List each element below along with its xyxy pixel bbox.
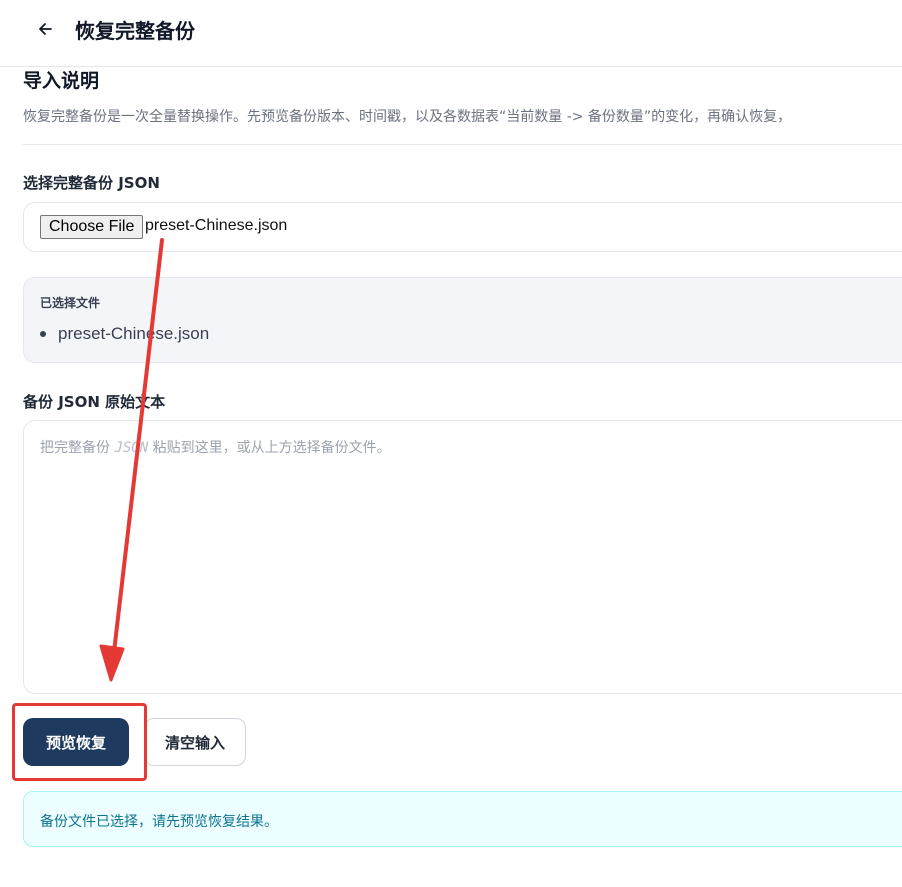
selected-file-name: preset-Chinese.json [58,324,210,343]
placeholder-code: JSON [114,440,149,456]
placeholder-text: 把完整备份 [40,440,115,456]
raw-json-textarea[interactable]: 把完整备份 JSON 粘贴到这里，或从上方选择备份文件。 [23,420,902,694]
divider [23,144,902,145]
placeholder-text: 粘贴到这里，或从上方选择备份文件。 [148,440,391,456]
status-alert: 备份文件已选择，请先预览恢复结果。 [23,791,902,847]
intro-description: 恢复完整备份是一次全量替换操作。先预览备份版本、时间戳，以及各数据表“当前数量 … [23,109,792,125]
file-picker-label: 选择完整备份 JSON [23,174,160,192]
raw-json-label: 备份 JSON 原始文本 [23,393,166,411]
file-picker: Choose File preset-Chinese.json [23,202,902,252]
back-button[interactable] [32,16,58,42]
preview-restore-button[interactable]: 预览恢复 [23,718,129,766]
arrow-left-icon [39,23,52,35]
intro-title: 导入说明 [23,70,100,92]
selected-files-panel: 已选择文件 preset-Chinese.json [23,277,902,363]
selected-files-title: 已选择文件 [40,296,101,310]
status-message: 备份文件已选择，请先预览恢复结果。 [40,814,278,830]
choose-file-button[interactable]: Choose File [40,215,144,239]
bullet-icon [40,331,46,337]
page-title: 恢复完整备份 [75,19,195,43]
page-header: 恢复完整备份 [0,0,902,67]
clear-input-button[interactable]: 清空输入 [144,718,246,766]
raw-json-placeholder: 把完整备份 JSON 粘贴到这里，或从上方选择备份文件。 [40,437,391,457]
chosen-file-name: preset-Chinese.json [145,217,288,234]
list-item: preset-Chinese.json [40,324,209,344]
selected-files-list: preset-Chinese.json [40,324,209,344]
